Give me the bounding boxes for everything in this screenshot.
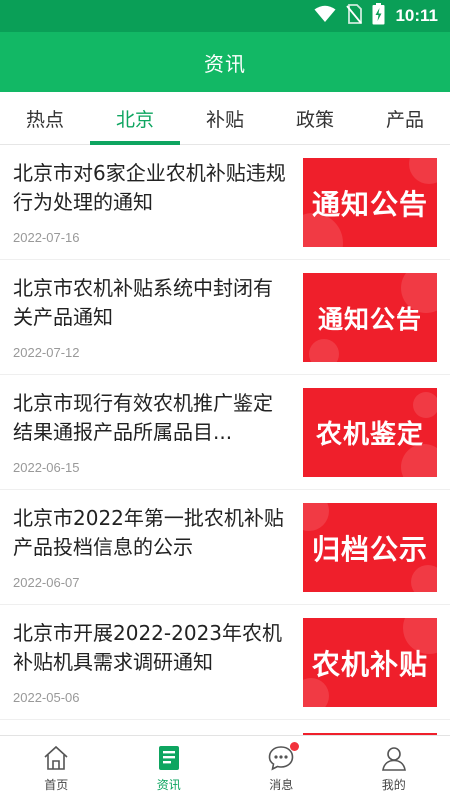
- list-item[interactable]: 北京市开展2022-2023年农机补贴机具需求调研通知 2022-05-06 农…: [0, 605, 450, 720]
- tab-hot[interactable]: 热点: [0, 92, 90, 144]
- list-item[interactable]: 北京市农机补贴系统中封闭有关产品通知 2022-07-12 通知公告: [0, 260, 450, 375]
- thumbnail-text: 农机补贴: [312, 643, 428, 683]
- list-item[interactable]: [0, 720, 450, 735]
- article-thumbnail: 通知公告: [303, 273, 437, 362]
- thumbnail-decoration: [411, 565, 437, 592]
- article-date: 2022-05-06: [13, 690, 80, 705]
- article-title: 北京市对6家企业农机补贴违规行为处理的通知: [13, 159, 289, 217]
- page-title: 资讯: [204, 48, 246, 77]
- article-date: 2022-06-15: [13, 460, 80, 475]
- tab-label: 热点: [26, 105, 64, 132]
- tab-product[interactable]: 产品: [360, 92, 450, 144]
- article-thumbnail: 农机补贴: [303, 618, 437, 707]
- tab-bar: 热点 北京 补贴 政策 产品: [0, 92, 450, 145]
- thumbnail-decoration: [309, 339, 339, 362]
- status-bar: 10:11: [0, 0, 450, 32]
- nav-label: 资讯: [157, 776, 181, 793]
- tab-subsidy[interactable]: 补贴: [180, 92, 270, 144]
- app-bar: 资讯: [0, 32, 450, 92]
- wifi-icon: [314, 5, 336, 27]
- nav-messages[interactable]: 消息: [225, 736, 338, 801]
- article-title: 北京市农机补贴系统中封闭有关产品通知: [13, 274, 289, 332]
- tab-label: 补贴: [206, 105, 244, 132]
- tab-label: 政策: [296, 105, 334, 132]
- status-icons: 10:11: [314, 5, 438, 27]
- list-item[interactable]: 北京市对6家企业农机补贴违规行为处理的通知 2022-07-16 通知公告: [0, 145, 450, 260]
- article-date: 2022-07-16: [13, 230, 80, 245]
- nav-label: 首页: [44, 776, 68, 793]
- article-title: 北京市现行有效农机推广鉴定结果通报产品所属品目...: [13, 389, 289, 447]
- thumbnail-text: 通知公告: [312, 183, 428, 223]
- battery-charging-icon: [372, 3, 385, 29]
- no-sim-icon: [346, 4, 362, 28]
- nav-home[interactable]: 首页: [0, 736, 113, 801]
- thumbnail-text: 归档公示: [312, 528, 428, 568]
- article-date: 2022-06-07: [13, 575, 80, 590]
- tab-label: 北京: [116, 105, 154, 132]
- article-title: 北京市2022年第一批农机补贴产品投档信息的公示: [13, 504, 289, 562]
- article-date: 2022-07-12: [13, 345, 80, 360]
- status-time: 10:11: [395, 6, 438, 26]
- thumbnail-text: 农机鉴定: [316, 414, 424, 451]
- thumbnail-decoration: [409, 158, 437, 184]
- tab-label: 产品: [386, 105, 424, 132]
- message-icon: [267, 744, 295, 772]
- tab-beijing[interactable]: 北京: [90, 92, 180, 144]
- nav-profile[interactable]: 我的: [338, 736, 450, 801]
- list-item[interactable]: 北京市现行有效农机推广鉴定结果通报产品所属品目... 2022-06-15 农机…: [0, 375, 450, 490]
- nav-news[interactable]: 资讯: [113, 736, 226, 801]
- thumbnail-text: 通知公告: [318, 300, 422, 336]
- news-icon: [155, 744, 183, 772]
- unread-badge: [290, 742, 299, 751]
- article-list[interactable]: 北京市对6家企业农机补贴违规行为处理的通知 2022-07-16 通知公告 北京…: [0, 145, 450, 735]
- nav-label: 消息: [269, 776, 293, 793]
- tab-policy[interactable]: 政策: [270, 92, 360, 144]
- list-item[interactable]: 北京市2022年第一批农机补贴产品投档信息的公示 2022-06-07 归档公示: [0, 490, 450, 605]
- article-title: 北京市开展2022-2023年农机补贴机具需求调研通知: [13, 619, 289, 677]
- article-thumbnail: 归档公示: [303, 503, 437, 592]
- article-thumbnail: 农机鉴定: [303, 388, 437, 477]
- thumbnail-decoration: [413, 392, 437, 418]
- nav-label: 我的: [382, 776, 406, 793]
- profile-icon: [380, 744, 408, 772]
- article-thumbnail: 通知公告: [303, 158, 437, 247]
- bottom-nav: 首页 资讯 消息 我的: [0, 735, 450, 801]
- home-icon: [42, 744, 70, 772]
